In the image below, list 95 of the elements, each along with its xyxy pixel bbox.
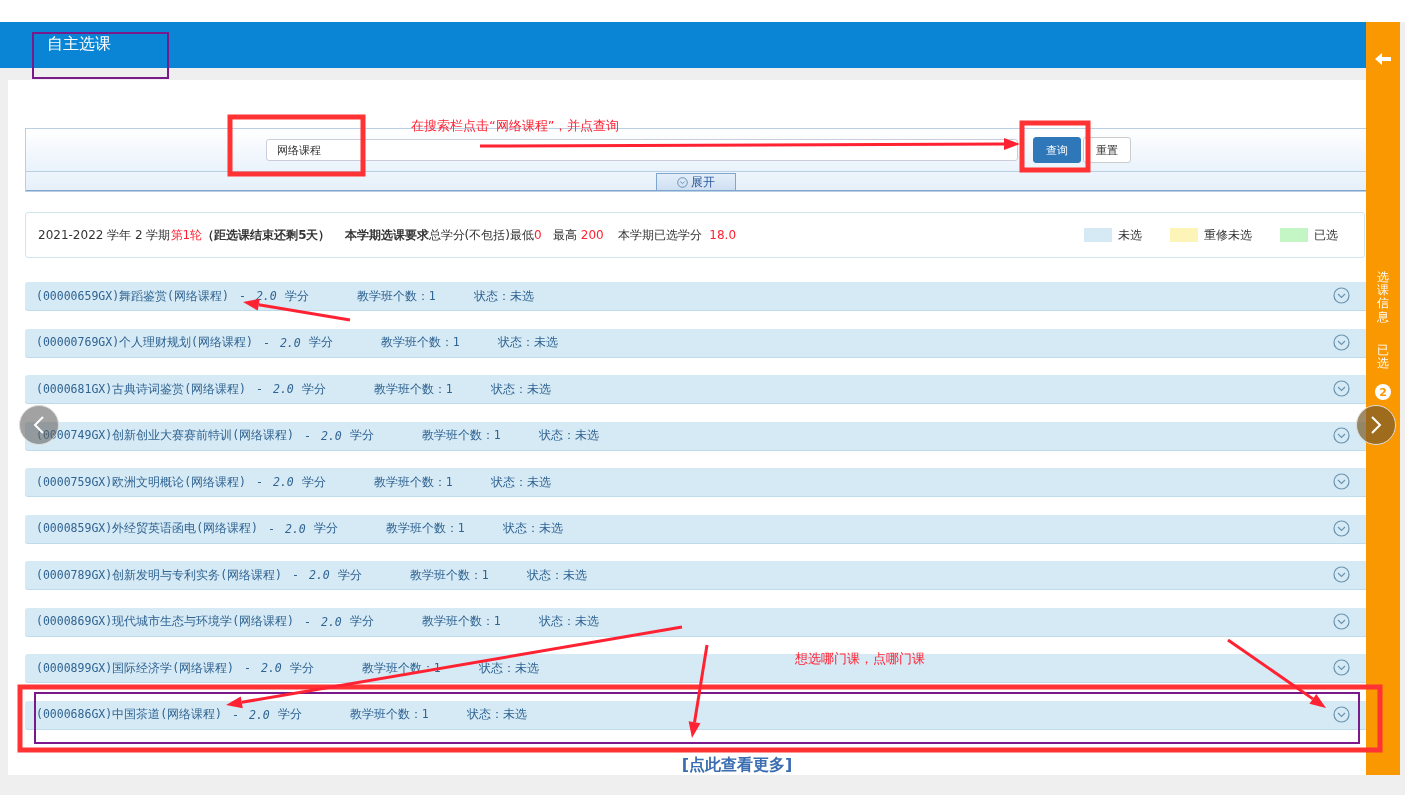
dash: -: [256, 475, 263, 489]
dash: -: [268, 521, 275, 536]
course-status: 状态：未选: [497, 335, 558, 350]
expand-tab[interactable]: 展开: [656, 173, 736, 190]
credit-unit: 学分: [277, 707, 302, 722]
expand-icon[interactable]: [1333, 659, 1350, 676]
course-row[interactable]: (0000869GX)现代城市生态与环境学(网络课程) - 2.0 学分 教学班个数：1 状态：未选: [25, 607, 1366, 636]
class-count: 教学班个数：1: [380, 335, 460, 350]
course-row[interactable]: (0000686GX)中国茶道(网络课程) - 2.0 学分 教学班个数：1 状态：未选: [25, 700, 1366, 729]
class-count: 教学班个数：1: [421, 428, 501, 443]
reset-button[interactable]: 重置: [1083, 137, 1131, 163]
annotation-frame: [1019, 120, 1091, 173]
dash: -: [232, 707, 239, 722]
course-title: (0000759GX)欧洲文明概论(网络课程): [36, 474, 246, 490]
course-row[interactable]: (0000859GX)外经贸英语函电(网络课程) - 2.0 学分 教学班个数：1 状态：未选: [25, 514, 1366, 543]
dash: -: [292, 568, 299, 582]
course-row[interactable]: (00000659GX)舞蹈鉴赏(网络课程) - 2.0 学分 教学班个数：1 状态：未选: [25, 282, 1366, 310]
course-title: (0000789GX)创新发明与专利实务(网络课程): [36, 567, 282, 583]
course-status: 状态：未选: [538, 428, 599, 443]
course-title: (0000749GX)创新创业大赛赛前特训(网络课程): [36, 428, 294, 443]
course-row[interactable]: (00000769GX)个人理财规划(网络课程) - 2.0 学分 教学班个数：1 状态：未选: [25, 328, 1366, 357]
credit-unit: 学分: [289, 660, 314, 676]
course-title: (0000899GX)国际经济学(网络课程): [36, 660, 234, 676]
annotation-text: 在搜索栏点击“网络课程”，并点查询: [411, 117, 620, 135]
course-status: 状态：未选: [526, 567, 587, 583]
expand-icon[interactable]: [1333, 566, 1350, 583]
credit-value: 2.0: [248, 707, 270, 722]
credit-unit: 学分: [308, 335, 333, 350]
credit-unit: 学分: [313, 521, 338, 536]
course-title: (00000659GX)舞蹈鉴赏(网络课程): [36, 288, 229, 304]
credit-unit: 学分: [349, 428, 374, 443]
legend-label: 已选: [1314, 226, 1338, 244]
course-row[interactable]: (0000789GX)创新发明与专利实务(网络课程) - 2.0 学分 教学班个数：1 状态：未选: [25, 561, 1366, 589]
class-count: 教学班个数：1: [421, 614, 501, 629]
expand-icon[interactable]: [1333, 333, 1350, 351]
class-count: 教学班个数：1: [373, 381, 453, 397]
expand-icon[interactable]: [1333, 612, 1350, 630]
dash: -: [244, 661, 251, 675]
dash: -: [262, 335, 270, 350]
credit-requirement: 本学期选课要求总学分(不包括)最低0 最高 200: [344, 226, 604, 244]
search-button[interactable]: 查询: [1033, 137, 1081, 163]
class-count: 教学班个数：1: [373, 474, 453, 490]
course-status: 状态：未选: [538, 614, 599, 629]
class-count: 教学班个数：1: [356, 288, 436, 304]
class-count: 教学班个数：1: [409, 567, 489, 583]
course-row[interactable]: (0000749GX)创新创业大赛赛前特训(网络课程) - 2.0 学分 教学班个数：1 状态：未选: [25, 421, 1366, 450]
credit-value: 2.0: [320, 614, 342, 629]
course-status: 状态：未选: [473, 288, 534, 304]
credit-value: 2.0: [272, 382, 294, 396]
course-row[interactable]: (0000681GX)古典诗词鉴赏(网络课程) - 2.0 学分 教学班个数：1 状态：未选: [25, 375, 1366, 403]
credit-unit: 学分: [284, 288, 309, 304]
selected-count-badge: 2: [1375, 384, 1391, 401]
credit-value: 2.0: [260, 661, 282, 675]
selected-credits: 本学期已选学分 18.0: [617, 226, 737, 244]
term-info: 2021-2022 学年 2 学期第1轮（距选课结束还剩5天）: [38, 226, 331, 244]
credit-value: 2.0: [308, 568, 330, 582]
class-count: 教学班个数：1: [349, 707, 429, 722]
legend-label: 重修未选: [1204, 226, 1252, 244]
credit-unit: 学分: [349, 614, 374, 629]
course-status: 状态：未选: [502, 521, 563, 536]
course-title: (0000869GX)现代城市生态与环境学(网络课程): [36, 614, 294, 629]
course-status: 状态：未选: [478, 660, 539, 676]
expand-icon[interactable]: [1333, 519, 1350, 537]
dash: -: [304, 428, 311, 443]
credit-unit: 学分: [301, 474, 326, 490]
credit-unit: 学分: [301, 381, 326, 397]
course-title: (0000686GX)中国茶道(网络课程): [36, 707, 222, 722]
course-title: (0000681GX)古典诗词鉴赏(网络课程): [36, 381, 246, 397]
course-title: (00000769GX)个人理财规划(网络课程): [36, 335, 253, 350]
dash: -: [304, 614, 311, 629]
dash: -: [256, 382, 263, 396]
credit-value: 2.0: [284, 521, 306, 536]
expand-icon[interactable]: [1333, 380, 1350, 397]
expand-icon[interactable]: [1333, 426, 1350, 444]
expand-icon[interactable]: [1333, 473, 1350, 490]
dash: -: [238, 289, 246, 303]
class-count: 教学班个数：1: [385, 521, 465, 536]
course-status: 状态：未选: [490, 474, 551, 490]
legend-label: 未选: [1118, 226, 1142, 244]
course-status: 状态：未选: [466, 707, 527, 722]
course-status: 状态：未选: [490, 381, 551, 397]
expand-icon[interactable]: [1333, 705, 1350, 723]
credit-unit: 学分: [337, 567, 362, 583]
credit-value: 2.0: [255, 289, 277, 303]
course-title: (0000859GX)外经贸英语函电(网络课程): [36, 521, 258, 536]
page-title: 自主选课: [47, 34, 111, 55]
chevron-right-icon: [1370, 415, 1382, 435]
back-arrow-icon[interactable]: [1374, 52, 1392, 66]
more-link[interactable]: [点此查看更多]: [681, 755, 793, 773]
chevron-down-icon: [677, 176, 688, 188]
expand-icon[interactable]: [1333, 287, 1350, 304]
course-row[interactable]: (0000759GX)欧洲文明概论(网络课程) - 2.0 学分 教学班个数：1 状态：未选: [25, 468, 1366, 496]
credit-value: 2.0: [272, 475, 294, 489]
credit-value: 2.0: [320, 428, 342, 443]
credit-value: 2.0: [279, 335, 301, 350]
